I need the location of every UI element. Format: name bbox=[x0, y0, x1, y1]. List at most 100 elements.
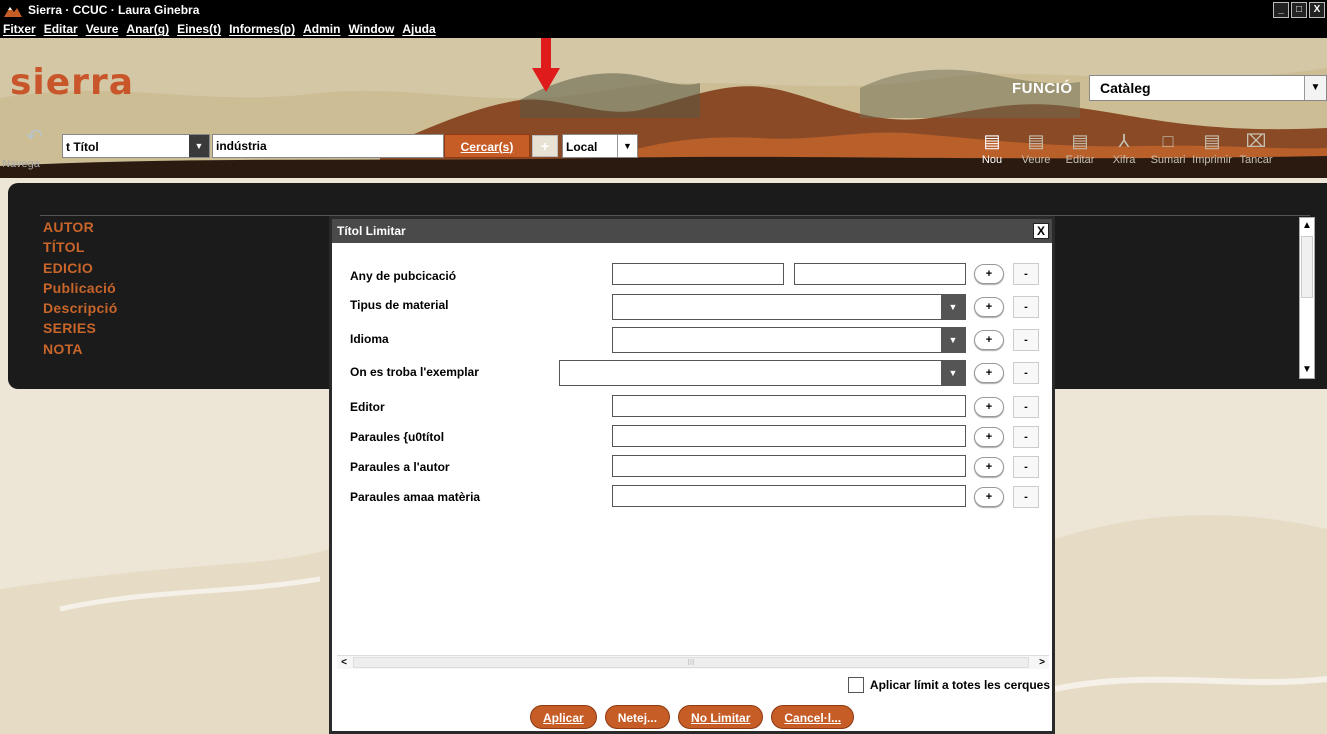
limit-plus-button[interactable]: + bbox=[532, 135, 558, 157]
maximize-button[interactable]: □ bbox=[1291, 2, 1307, 18]
limit-row-language: Idioma ▼ + - bbox=[332, 327, 1052, 353]
tool-tancar-label: Tancar bbox=[1239, 154, 1273, 166]
location-select[interactable]: ▼ bbox=[559, 360, 966, 386]
location-add-button[interactable]: + bbox=[974, 363, 1004, 383]
dialog-horizontal-scrollbar[interactable]: < III > bbox=[337, 655, 1049, 669]
clear-button[interactable]: Netej... bbox=[604, 705, 671, 729]
limit-label-title-words: Paraules {u0títol bbox=[350, 430, 445, 444]
search-index-select[interactable]: t Títol ▼ bbox=[62, 134, 210, 158]
sierra-app-icon bbox=[4, 7, 22, 17]
tool-tancar[interactable]: ⌧ Tancar bbox=[1234, 128, 1278, 166]
apply-all-option[interactable]: Aplicar límit a totes les cerques bbox=[847, 677, 1050, 693]
tool-nou[interactable]: ▤ Nou bbox=[970, 128, 1014, 166]
apply-button-label: Aplicar bbox=[543, 711, 584, 725]
scroll-right-icon[interactable]: > bbox=[1035, 656, 1049, 670]
no-limit-button-label: No Limitar bbox=[691, 711, 751, 725]
tool-nou-label: Nou bbox=[981, 154, 1003, 166]
search-button-suffix: ) bbox=[509, 140, 514, 154]
location-remove-button[interactable]: - bbox=[1013, 362, 1039, 384]
back-arrow-icon[interactable]: ↶ bbox=[26, 124, 43, 149]
summary-icon: □ bbox=[1162, 131, 1174, 151]
title-words-remove-button[interactable]: - bbox=[1013, 426, 1039, 448]
scroll-down-icon[interactable]: ▼ bbox=[1300, 362, 1314, 378]
menu-window[interactable]: Window bbox=[348, 22, 394, 36]
scroll-up-icon[interactable]: ▲ bbox=[1300, 218, 1314, 234]
subject-words-remove-button[interactable]: - bbox=[1013, 486, 1039, 508]
editor-add-button[interactable]: + bbox=[974, 397, 1004, 417]
menu-ajuda[interactable]: Ajuda bbox=[402, 22, 435, 36]
subject-words-field[interactable] bbox=[612, 485, 966, 507]
horizontal-scroll-thumb[interactable]: III bbox=[353, 657, 1029, 668]
edit-icon: ▤ bbox=[1071, 131, 1089, 151]
chevron-down-icon: ▼ bbox=[941, 361, 965, 385]
author-words-field[interactable] bbox=[612, 455, 966, 477]
tool-editar[interactable]: ▤ Editar bbox=[1058, 128, 1102, 166]
year-to-field[interactable] bbox=[794, 263, 966, 285]
clear-button-label: Netej... bbox=[617, 711, 658, 725]
scroll-left-icon[interactable]: < bbox=[337, 656, 351, 670]
tool-veure[interactable]: ▤ Veure bbox=[1014, 128, 1058, 166]
tool-xifra[interactable]: ⅄ Xifra bbox=[1102, 128, 1146, 166]
limit-label-subject-words: Paraules amaa matèria bbox=[350, 490, 481, 504]
material-remove-button[interactable]: - bbox=[1013, 296, 1039, 318]
close-record-icon: ⌧ bbox=[1245, 131, 1267, 151]
field-descripcio: Descripció bbox=[43, 300, 118, 317]
author-words-add-button[interactable]: + bbox=[974, 457, 1004, 477]
year-from-field[interactable] bbox=[612, 263, 784, 285]
menu-admin[interactable]: Admin bbox=[303, 22, 340, 36]
tool-imprimir-label: Imprimir bbox=[1192, 154, 1232, 166]
window-title: Sierra · CCUC · Laura Ginebra bbox=[28, 3, 200, 17]
language-remove-button[interactable]: - bbox=[1013, 329, 1039, 351]
chevron-down-icon: ▼ bbox=[189, 135, 209, 157]
navega-label: Navega bbox=[2, 158, 40, 170]
field-nota: NOTA bbox=[43, 340, 83, 357]
apply-button[interactable]: Aplicar bbox=[530, 705, 597, 729]
search-button[interactable]: Cercar(s) bbox=[444, 134, 530, 158]
limit-label-year: Any de pubcicació bbox=[350, 269, 457, 283]
language-select[interactable]: ▼ bbox=[612, 327, 966, 353]
record-toolbar: ▤ Nou ▤ Veure ▤ Editar ⅄ Xifra □ Sumari ▤ Impr… bbox=[970, 128, 1278, 166]
year-remove-button[interactable]: - bbox=[1013, 263, 1039, 285]
menu-editar[interactable]: Editar bbox=[44, 22, 78, 36]
minimize-button[interactable]: _ bbox=[1273, 2, 1289, 18]
editor-remove-button[interactable]: - bbox=[1013, 396, 1039, 418]
tool-imprimir[interactable]: ▤ Imprimir bbox=[1190, 128, 1234, 166]
field-autor: AUTOR bbox=[43, 219, 95, 235]
funcio-select[interactable]: Catàleg ▼ bbox=[1089, 75, 1327, 101]
scroll-thumb[interactable] bbox=[1301, 236, 1313, 298]
author-words-remove-button[interactable]: - bbox=[1013, 456, 1039, 478]
apply-all-checkbox[interactable] bbox=[847, 677, 864, 693]
limit-row-location: On es troba l'exemplar ▼ + - bbox=[332, 360, 1052, 386]
close-window-button[interactable]: X bbox=[1309, 2, 1325, 18]
menu-informes[interactable]: Informes(p) bbox=[229, 22, 295, 36]
header-banner: sierra FUNCIÓ Catàleg ▼ ↶ Navega t Títol… bbox=[0, 38, 1327, 178]
subject-words-add-button[interactable]: + bbox=[974, 487, 1004, 507]
no-limit-button[interactable]: No Limitar bbox=[678, 705, 764, 729]
menu-anar[interactable]: Anar(g) bbox=[126, 22, 169, 36]
material-add-button[interactable]: + bbox=[974, 297, 1004, 317]
year-add-button[interactable]: + bbox=[974, 264, 1004, 284]
editor-field[interactable] bbox=[612, 395, 966, 417]
search-input[interactable] bbox=[212, 134, 444, 158]
material-select[interactable]: ▼ bbox=[612, 294, 966, 320]
limit-row-year: Any de pubcicació + - bbox=[332, 263, 1052, 287]
scope-select[interactable]: Local ▼ bbox=[562, 134, 638, 158]
record-scrollbar[interactable]: ▲ ▼ bbox=[1299, 217, 1315, 379]
field-series: SERIES bbox=[43, 320, 97, 337]
tool-sumari-label: Sumari bbox=[1150, 154, 1186, 166]
funcio-label: FUNCIÓ bbox=[1012, 80, 1073, 97]
apply-all-label: Aplicar límit a totes les cerques bbox=[869, 678, 1050, 692]
limit-label-material: Tipus de material bbox=[350, 298, 449, 312]
language-add-button[interactable]: + bbox=[974, 330, 1004, 350]
cancel-button[interactable]: Cancel·l... bbox=[771, 705, 855, 729]
print-icon: ▤ bbox=[1203, 131, 1221, 151]
tool-sumari[interactable]: □ Sumari bbox=[1146, 128, 1190, 166]
sierra-logo: sierra bbox=[10, 62, 134, 103]
dialog-close-button[interactable]: X bbox=[1033, 223, 1049, 239]
title-words-add-button[interactable]: + bbox=[974, 427, 1004, 447]
title-words-field[interactable] bbox=[612, 425, 966, 447]
menu-veure[interactable]: Veure bbox=[86, 22, 119, 36]
chevron-down-icon: ▼ bbox=[941, 328, 965, 352]
menu-fitxer[interactable]: Fitxer bbox=[3, 22, 36, 36]
menu-eines[interactable]: Eines(t) bbox=[177, 22, 221, 36]
